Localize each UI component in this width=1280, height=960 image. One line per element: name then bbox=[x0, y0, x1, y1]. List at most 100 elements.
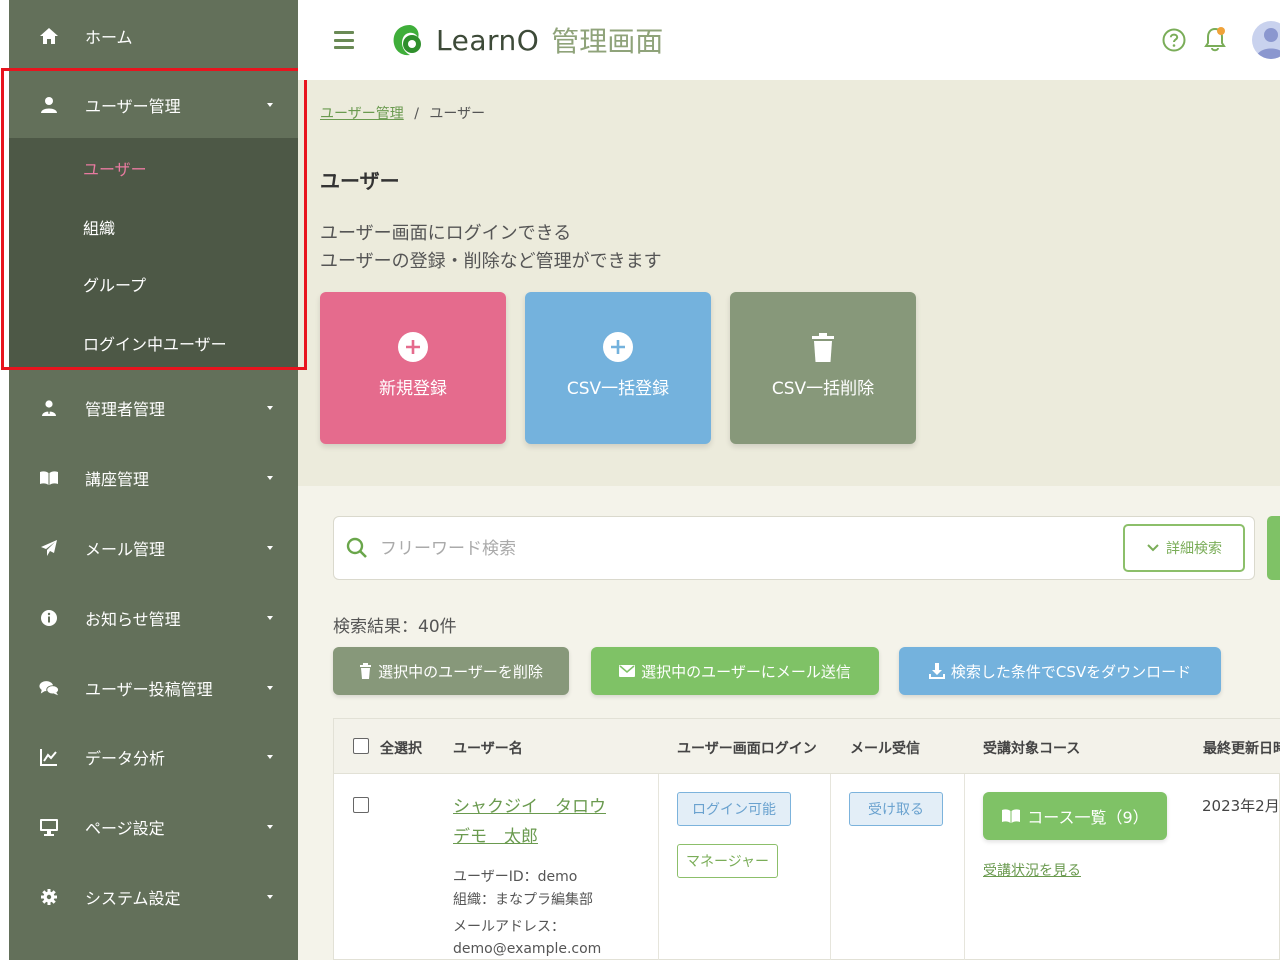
sidebar-item-admin-management[interactable]: 管理者管理 bbox=[9, 388, 298, 428]
sidebar-item-label: 講座管理 bbox=[85, 470, 150, 489]
bell-icon[interactable] bbox=[1204, 26, 1226, 52]
page-title: ユーザー bbox=[320, 169, 400, 193]
logo-mark-icon bbox=[393, 25, 421, 56]
updated-date: 2023年2月 bbox=[1202, 797, 1280, 815]
breadcrumb-separator: / bbox=[414, 106, 419, 122]
search-bar: 詳細検索 bbox=[333, 516, 1255, 580]
sidebar-item-label: 管理者管理 bbox=[85, 400, 166, 419]
avatar[interactable] bbox=[1252, 21, 1280, 59]
search-icon bbox=[346, 537, 367, 558]
advanced-search-label: 詳細検索 bbox=[1166, 541, 1222, 557]
send-icon bbox=[39, 538, 59, 558]
column-header-user-name: ユーザー名 bbox=[453, 741, 523, 757]
user-name-kana-link[interactable]: シャクジイ タロウ bbox=[453, 792, 606, 817]
role-badge: マネージャー bbox=[677, 844, 778, 878]
chevron-down-icon bbox=[267, 755, 273, 759]
sidebar-item-label: お知らせ管理 bbox=[85, 610, 181, 629]
chevron-down-icon bbox=[267, 825, 273, 829]
sidebar-item-post-management[interactable]: ユーザー投稿管理 bbox=[9, 668, 298, 708]
mail-selected-label: 選択中のユーザーにメール送信 bbox=[641, 662, 851, 681]
column-header-courses: 受講対象コース bbox=[983, 741, 1081, 757]
column-divider bbox=[830, 774, 831, 960]
view-progress-link[interactable]: 受講状況を見る bbox=[983, 860, 1081, 880]
sidebar-item-label: ホーム bbox=[85, 28, 133, 47]
mail-status-badge: 受け取る bbox=[849, 792, 943, 826]
csv-bulk-register-label: CSV一括登録 bbox=[566, 379, 670, 399]
csv-bulk-delete-label: CSV一括削除 bbox=[771, 379, 875, 399]
mail-selected-button[interactable]: 選択中のユーザーにメール送信 bbox=[591, 647, 879, 695]
csv-bulk-register-button[interactable]: CSV一括登録 bbox=[525, 292, 711, 444]
book-icon bbox=[39, 468, 59, 488]
page-description-line: ユーザー画面にログインできる bbox=[320, 223, 572, 244]
chevron-down-icon bbox=[267, 406, 273, 410]
csv-bulk-delete-button[interactable]: CSV一括削除 bbox=[730, 292, 916, 444]
top-header: LearnO 管理画面 bbox=[298, 0, 1280, 80]
sidebar-item-page-settings[interactable]: ページ設定 bbox=[9, 807, 298, 847]
trash-icon bbox=[812, 333, 834, 362]
plus-circle-icon bbox=[603, 332, 633, 362]
plus-circle-icon bbox=[398, 332, 428, 362]
highlight-annotation bbox=[1, 68, 307, 370]
sidebar-item-course-management[interactable]: 講座管理 bbox=[9, 458, 298, 498]
logo-text: LearnO bbox=[436, 23, 540, 57]
course-list-button[interactable]: コース一覧（9） bbox=[983, 792, 1167, 840]
help-icon[interactable] bbox=[1162, 28, 1186, 52]
download-icon bbox=[928, 663, 945, 679]
user-email-label: メールアドレス： bbox=[453, 919, 565, 935]
select-all-checkbox[interactable] bbox=[353, 738, 369, 754]
logo-subtitle: 管理画面 bbox=[551, 25, 664, 58]
breadcrumb-link-user-management[interactable]: ユーザー管理 bbox=[320, 106, 404, 122]
search-submit-button[interactable] bbox=[1267, 516, 1280, 580]
course-list-label: コース一覧（9） bbox=[1027, 808, 1149, 827]
new-user-button[interactable]: 新規登録 bbox=[320, 292, 506, 444]
book-icon bbox=[1002, 809, 1021, 823]
download-csv-label: 検索した条件でCSVをダウンロード bbox=[950, 662, 1192, 681]
login-status-badge: ログイン可能 bbox=[677, 792, 791, 826]
column-divider bbox=[658, 774, 659, 960]
column-header-mail: メール受信 bbox=[850, 741, 920, 757]
user-organization: 組織：まなプラ編集部 bbox=[453, 892, 593, 908]
sidebar-item-notice-management[interactable]: お知らせ管理 bbox=[9, 598, 298, 638]
breadcrumb: ユーザー管理 / ユーザー bbox=[320, 103, 485, 123]
page-description: ユーザー画面にログインできる ユーザーの登録・削除など管理ができます bbox=[320, 220, 662, 276]
row-checkbox[interactable] bbox=[353, 797, 369, 813]
chevron-down-icon bbox=[267, 895, 273, 899]
chevron-down-icon bbox=[267, 546, 273, 550]
sidebar-item-data-analysis[interactable]: データ分析 bbox=[9, 737, 298, 777]
app-logo[interactable]: LearnO 管理画面 bbox=[390, 22, 663, 58]
sidebar-item-mail-management[interactable]: メール管理 bbox=[9, 528, 298, 568]
sidebar-item-label: ユーザー投稿管理 bbox=[85, 680, 213, 699]
user-avatar-icon bbox=[1256, 28, 1280, 59]
sidebar-item-label: メール管理 bbox=[85, 540, 166, 559]
column-header-login: ユーザー画面ログイン bbox=[677, 741, 817, 757]
download-csv-button[interactable]: 検索した条件でCSVをダウンロード bbox=[899, 647, 1221, 695]
sidebar-item-label: データ分析 bbox=[85, 749, 166, 768]
search-input[interactable] bbox=[380, 537, 1080, 561]
column-divider bbox=[964, 774, 965, 960]
sidebar-item-label: ページ設定 bbox=[85, 819, 165, 838]
chevron-down-icon bbox=[267, 686, 273, 690]
user-name-link[interactable]: デモ 太郎 bbox=[453, 822, 538, 847]
chevron-down-icon bbox=[1147, 544, 1159, 552]
delete-selected-label: 選択中のユーザーを削除 bbox=[378, 662, 543, 681]
sidebar-item-system-settings[interactable]: システム設定 bbox=[9, 877, 298, 917]
info-icon bbox=[39, 608, 59, 628]
result-count: 検索結果：40件 bbox=[333, 617, 457, 637]
menu-toggle-icon[interactable] bbox=[334, 31, 354, 49]
home-icon bbox=[39, 26, 59, 46]
comments-icon bbox=[39, 678, 59, 698]
breadcrumb-current: ユーザー bbox=[429, 106, 486, 122]
trash-icon bbox=[360, 663, 372, 679]
advanced-search-button[interactable]: 詳細検索 bbox=[1123, 524, 1245, 572]
user-table: 全選択 ユーザー名 ユーザー画面ログイン メール受信 受講対象コース 最終更新日… bbox=[333, 718, 1280, 960]
admin-icon bbox=[39, 398, 59, 418]
delete-selected-button[interactable]: 選択中のユーザーを削除 bbox=[333, 647, 569, 695]
gear-icon bbox=[39, 887, 59, 907]
monitor-icon bbox=[39, 817, 59, 837]
column-header-select-all: 全選択 bbox=[380, 741, 422, 757]
new-user-label: 新規登録 bbox=[379, 379, 447, 399]
sidebar-item-home[interactable]: ホーム bbox=[9, 16, 298, 56]
chart-icon bbox=[39, 747, 59, 767]
user-email: demo@example.com bbox=[453, 941, 602, 957]
user-id: ユーザーID：demo bbox=[453, 869, 578, 885]
